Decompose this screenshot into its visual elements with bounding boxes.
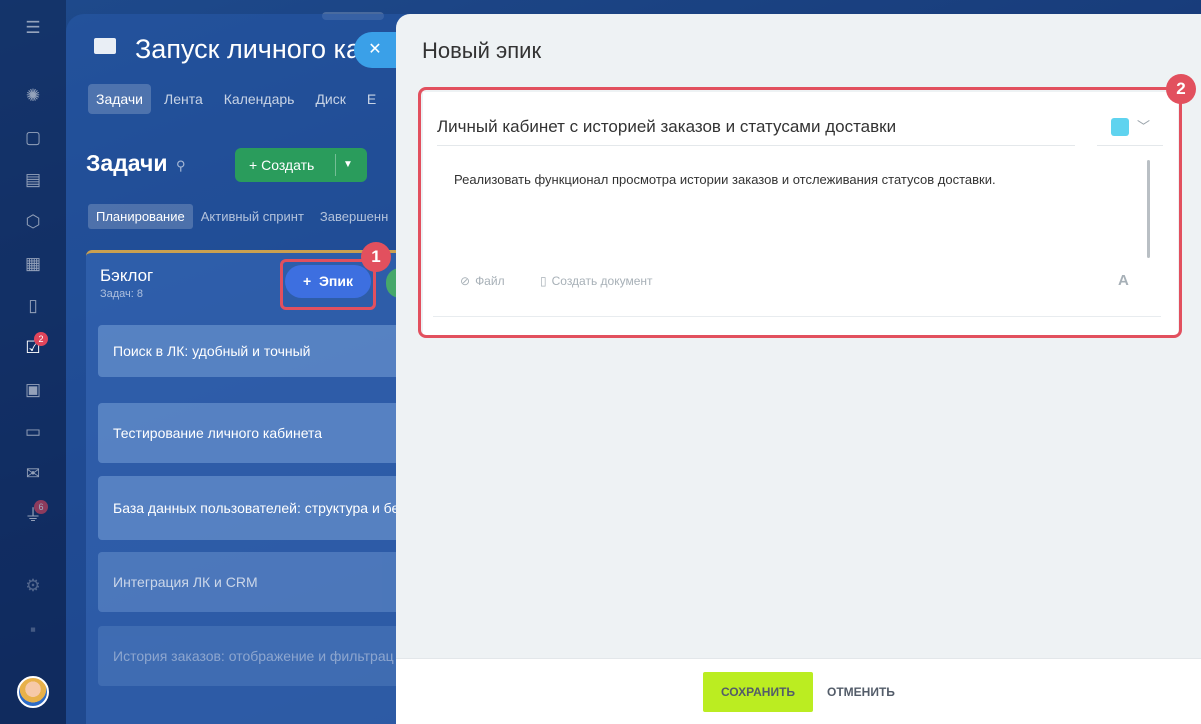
folder-icon — [94, 38, 116, 54]
backlog-title: Бэклог — [100, 266, 154, 285]
task-card[interactable]: Интеграция ЛК и CRM — [98, 552, 406, 612]
chevron-down-icon[interactable]: ▼ — [343, 148, 353, 182]
step-marker: 2 — [1166, 74, 1196, 104]
presentation-icon[interactable]: ▣ — [22, 380, 44, 400]
scrum-subtabs: Планирование Активный спринт Завершенн — [88, 204, 396, 229]
divider — [335, 154, 336, 176]
tab-calendar[interactable]: Календарь — [216, 84, 303, 114]
backlog-count: Задач: 8 — [100, 288, 144, 300]
funnel-badge: 6 — [34, 500, 48, 514]
tab-disk[interactable]: Диск — [307, 84, 353, 114]
tab-completed[interactable]: Завершенн — [312, 204, 396, 229]
highlight-frame — [418, 87, 1182, 338]
crm-icon[interactable]: ▭ — [22, 422, 44, 442]
create-button[interactable]: + Создать ▼ — [235, 148, 367, 182]
settings-icon[interactable]: ⚙ — [22, 576, 44, 596]
menu-icon[interactable]: ☰ — [22, 18, 44, 38]
tab-active-sprint[interactable]: Активный спринт — [193, 204, 312, 229]
tab-tasks[interactable]: Задачи — [88, 84, 152, 114]
task-card[interactable]: Тестирование личного кабинета — [98, 403, 406, 463]
tab-planning[interactable]: Планирование — [88, 204, 193, 229]
tab-more[interactable]: Е — [359, 84, 384, 114]
tab-feed[interactable]: Лента — [156, 84, 211, 114]
cancel-button[interactable]: ОТМЕНИТЬ — [827, 685, 895, 699]
hexagon-icon[interactable]: ⬡ — [22, 212, 44, 232]
close-slider-button[interactable]: ✕ — [354, 32, 400, 68]
close-icon: ✕ — [368, 41, 382, 58]
document-icon[interactable]: ▯ — [22, 296, 44, 316]
task-card[interactable]: База данных пользователей: структура и б… — [98, 476, 406, 540]
plus-icon: + — [249, 157, 262, 173]
step-marker: 1 — [361, 242, 391, 272]
left-nav-rail: ☰ ✺ ▢ ▤ ⬡ ▦ ▯ ☑ 2 ▣ ▭ ✉ ⏚ 6 ⚙ ▪ — [0, 0, 66, 724]
mail-icon[interactable]: ✉ — [22, 464, 44, 484]
create-label: Создать — [261, 157, 315, 173]
activity-icon[interactable]: ✺ — [22, 86, 44, 106]
page-title: Задачи — [86, 150, 168, 176]
save-button[interactable]: СОХРАНИТЬ — [703, 672, 813, 712]
avatar[interactable] — [17, 676, 49, 708]
project-tabs: Задачи Лента Календарь Диск Е — [88, 84, 389, 114]
feed-icon[interactable]: ▤ — [22, 170, 44, 190]
tasks-badge: 2 — [34, 332, 48, 346]
slider-title: Новый эпик — [422, 38, 542, 63]
widget-icon[interactable]: ▪ — [22, 620, 44, 640]
highlight-frame — [280, 259, 376, 310]
task-card[interactable]: История заказов: отображение и фильтрац — [98, 626, 406, 686]
task-card[interactable]: Поиск в ЛК: удобный и точный — [98, 325, 406, 377]
calendar-icon[interactable]: ▦ — [22, 254, 44, 274]
chat-icon[interactable]: ▢ — [22, 128, 44, 148]
pin-icon[interactable]: ⚲ — [176, 158, 186, 174]
project-title: Запуск личного ка — [135, 34, 361, 64]
